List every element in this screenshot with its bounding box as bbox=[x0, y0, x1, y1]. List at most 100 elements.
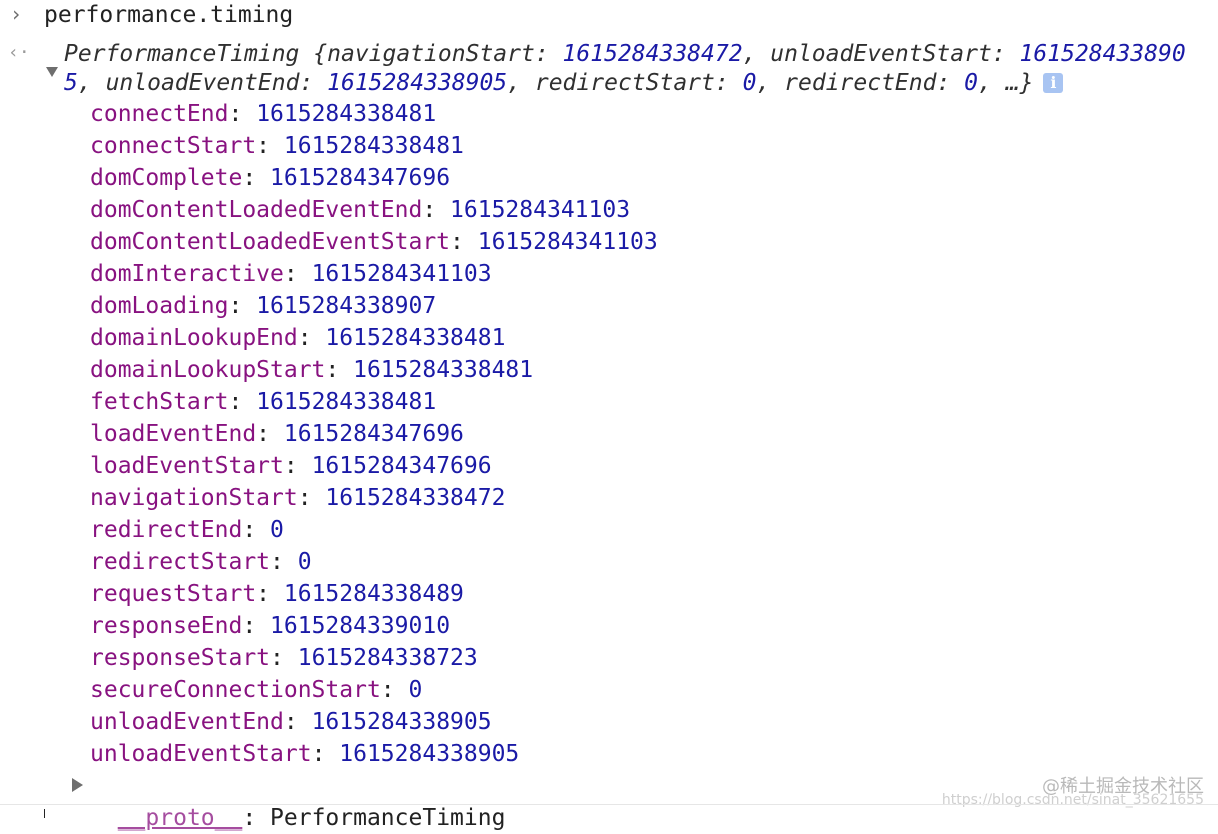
property-value: 0 bbox=[297, 549, 312, 575]
property-value: 1615284338481 bbox=[256, 101, 437, 127]
property-value: 1615284338905 bbox=[339, 741, 520, 767]
property-key: connectStart bbox=[90, 133, 257, 159]
proto-colon: : bbox=[242, 805, 271, 831]
summary-colon: : bbox=[534, 41, 563, 67]
summary-key: unloadEventStart bbox=[770, 41, 992, 67]
property-row[interactable]: unloadEventEnd: 1615284338905 bbox=[90, 706, 658, 738]
summary-space bbox=[299, 41, 313, 67]
property-key: requestStart bbox=[90, 581, 257, 607]
summary-key: unloadEventEnd bbox=[105, 70, 300, 96]
expand-triangle-down-icon[interactable] bbox=[46, 67, 58, 77]
property-row[interactable]: responseStart: 1615284338723 bbox=[90, 642, 658, 674]
property-key: domContentLoadedEventEnd bbox=[90, 197, 423, 223]
property-row[interactable]: secureConnectionStart: 0 bbox=[90, 674, 658, 706]
property-colon: : bbox=[270, 645, 298, 671]
property-row[interactable]: connectEnd: 1615284338481 bbox=[90, 98, 658, 130]
property-key: secureConnectionStart bbox=[90, 677, 381, 703]
property-row[interactable]: loadEventStart: 1615284347696 bbox=[90, 450, 658, 482]
property-row[interactable]: domainLookupStart: 1615284338481 bbox=[90, 354, 658, 386]
property-key: redirectStart bbox=[90, 549, 271, 575]
summary-comma: , bbox=[77, 70, 106, 96]
console-command[interactable]: performance.timing bbox=[44, 2, 293, 28]
property-key: responseEnd bbox=[90, 613, 243, 639]
property-value: 1615284338481 bbox=[325, 325, 506, 351]
property-row[interactable]: requestStart: 1615284338489 bbox=[90, 578, 658, 610]
property-row[interactable]: fetchStart: 1615284338481 bbox=[90, 386, 658, 418]
property-value: 1615284347696 bbox=[270, 165, 451, 191]
property-row[interactable]: domInteractive: 1615284341103 bbox=[90, 258, 658, 290]
property-value: 1615284338907 bbox=[256, 293, 437, 319]
property-row[interactable]: unloadEventStart: 1615284338905 bbox=[90, 738, 658, 770]
console-bottom-border bbox=[0, 804, 1218, 805]
summary-comma: , bbox=[742, 41, 771, 67]
property-value: 1615284339010 bbox=[270, 613, 451, 639]
property-value: 1615284338723 bbox=[297, 645, 478, 671]
summary-value: 0 bbox=[964, 70, 979, 96]
property-colon: : bbox=[311, 741, 340, 767]
property-colon: : bbox=[228, 389, 257, 415]
property-row[interactable]: redirectStart: 0 bbox=[90, 546, 658, 578]
property-row[interactable]: responseEnd: 1615284339010 bbox=[90, 610, 658, 642]
property-colon: : bbox=[256, 581, 284, 607]
property-colon: : bbox=[283, 261, 312, 287]
property-colon: : bbox=[380, 677, 409, 703]
property-key: unloadEventEnd bbox=[90, 709, 284, 735]
property-key: domainLookupEnd bbox=[90, 325, 298, 351]
expand-triangle-right-icon[interactable] bbox=[72, 778, 83, 792]
property-row[interactable]: domComplete: 1615284347696 bbox=[90, 162, 658, 194]
summary-colon: : bbox=[991, 41, 1020, 67]
property-colon: : bbox=[242, 517, 271, 543]
summary-colon: : bbox=[936, 70, 965, 96]
proto-key: __proto__ bbox=[117, 805, 243, 831]
watermark-url: https://blog.csdn.net/sinat_35621655 bbox=[941, 792, 1204, 808]
property-row[interactable]: loadEventEnd: 1615284347696 bbox=[90, 418, 658, 450]
property-value: 1615284338481 bbox=[283, 133, 464, 159]
property-value: 1615284341103 bbox=[311, 261, 492, 287]
property-value: 1615284347696 bbox=[311, 453, 492, 479]
property-value: 1615284338481 bbox=[353, 357, 534, 383]
proto-row[interactable]: __proto__: PerformanceTiming bbox=[90, 770, 506, 831]
property-key: redirectEnd bbox=[90, 517, 243, 543]
property-row[interactable]: redirectEnd: 0 bbox=[90, 514, 658, 546]
property-key: domLoading bbox=[90, 293, 229, 319]
property-key: loadEventStart bbox=[90, 453, 284, 479]
property-key: domainLookupStart bbox=[90, 357, 326, 383]
property-colon: : bbox=[325, 357, 354, 383]
property-colon: : bbox=[297, 325, 326, 351]
property-colon: : bbox=[270, 549, 298, 575]
property-colon: : bbox=[242, 165, 271, 191]
object-summary[interactable]: PerformanceTiming {navigationStart: 1615… bbox=[64, 40, 1204, 98]
property-colon: : bbox=[228, 293, 257, 319]
property-colon: : bbox=[228, 101, 257, 127]
result-arrow-icon: ‹· bbox=[8, 42, 30, 63]
input-prompt-icon: › bbox=[10, 2, 23, 26]
summary-key: navigationStart bbox=[327, 41, 535, 67]
input-caret bbox=[44, 809, 45, 818]
property-row[interactable]: domLoading: 1615284338907 bbox=[90, 290, 658, 322]
property-key: domComplete bbox=[90, 165, 243, 191]
property-value: 1615284338489 bbox=[283, 581, 464, 607]
property-value: 1615284341103 bbox=[477, 229, 658, 255]
property-row[interactable]: navigationStart: 1615284338472 bbox=[90, 482, 658, 514]
info-icon[interactable]: i bbox=[1043, 73, 1064, 93]
summary-comma: , bbox=[756, 70, 785, 96]
property-key: navigationStart bbox=[90, 485, 298, 511]
property-row[interactable]: domainLookupEnd: 1615284338481 bbox=[90, 322, 658, 354]
summary-comma: , bbox=[978, 70, 1006, 96]
property-key: domInteractive bbox=[90, 261, 284, 287]
property-key: connectEnd bbox=[90, 101, 229, 127]
proto-value: PerformanceTiming bbox=[270, 805, 506, 831]
property-row[interactable]: domContentLoadedEventEnd: 1615284341103 bbox=[90, 194, 658, 226]
property-colon: : bbox=[297, 485, 326, 511]
property-row[interactable]: connectStart: 1615284338481 bbox=[90, 130, 658, 162]
summary-value: 0 bbox=[742, 70, 757, 96]
property-key: responseStart bbox=[90, 645, 271, 671]
property-value: 1615284341103 bbox=[450, 197, 631, 223]
property-value: 1615284347696 bbox=[283, 421, 464, 447]
summary-colon: : bbox=[299, 70, 328, 96]
summary-key: redirectEnd bbox=[784, 70, 937, 96]
property-row[interactable]: domContentLoadedEventStart: 161528434110… bbox=[90, 226, 658, 258]
property-value: 1615284338472 bbox=[325, 485, 506, 511]
property-value: 0 bbox=[408, 677, 423, 703]
summary-colon: : bbox=[714, 70, 743, 96]
